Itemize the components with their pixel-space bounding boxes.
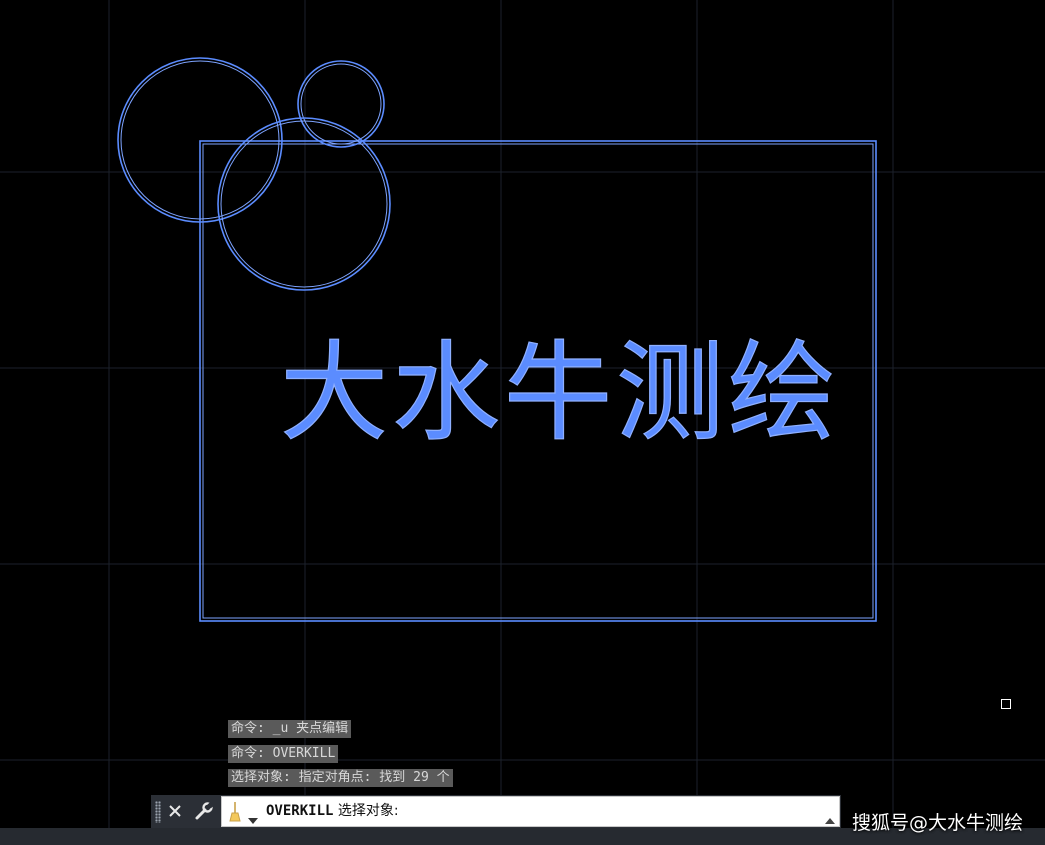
drawing-entities[interactable]: 大水牛测绘 bbox=[117, 57, 877, 622]
circle-small-top bbox=[297, 60, 385, 148]
chevron-down-icon[interactable] bbox=[248, 809, 258, 828]
drawing-text[interactable]: 大水牛测绘 bbox=[279, 330, 840, 456]
command-input[interactable]: OVERKILL 选择对象: bbox=[221, 796, 840, 827]
command-history-line: 命令: OVERKILL bbox=[228, 745, 339, 763]
drag-handle[interactable] bbox=[155, 801, 161, 823]
broom-icon bbox=[228, 802, 242, 826]
command-line-bar: OVERKILL 选择对象: bbox=[151, 795, 841, 828]
close-icon[interactable] bbox=[164, 799, 186, 823]
drawing-canvas[interactable]: 大水牛测绘 bbox=[0, 0, 1045, 845]
command-history-line: 命令: _u 夹点编辑 bbox=[228, 720, 352, 738]
command-prompt: 选择对象: bbox=[337, 803, 399, 819]
pickbox-cursor bbox=[1001, 699, 1011, 709]
watermark: 搜狐号@大水牛测绘 bbox=[851, 812, 1023, 834]
caret-up-icon[interactable] bbox=[825, 809, 835, 828]
wrench-icon[interactable] bbox=[193, 799, 215, 823]
command-history-line: 选择对象: 指定对角点: 找到 29 个 bbox=[228, 769, 453, 787]
command-keyword: OVERKILL bbox=[266, 803, 334, 819]
command-text: OVERKILL 选择对象: bbox=[266, 797, 399, 826]
